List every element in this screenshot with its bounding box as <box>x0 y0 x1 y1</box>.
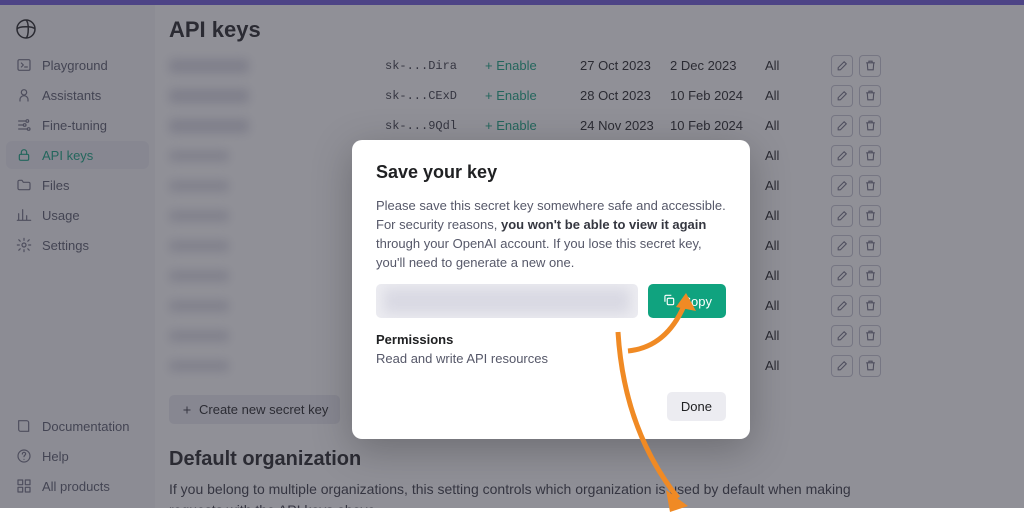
copy-icon <box>662 293 676 310</box>
permissions-label: Permissions <box>376 332 726 347</box>
done-button[interactable]: Done <box>667 392 726 421</box>
copy-button[interactable]: Copy <box>648 284 726 318</box>
modal-body: Please save this secret key somewhere sa… <box>376 197 726 272</box>
save-key-modal: Save your key Please save this secret ke… <box>352 140 750 439</box>
modal-title: Save your key <box>376 162 726 183</box>
copy-label: Copy <box>682 294 712 309</box>
permissions-value: Read and write API resources <box>376 351 726 366</box>
secret-key-field[interactable] <box>376 284 638 318</box>
